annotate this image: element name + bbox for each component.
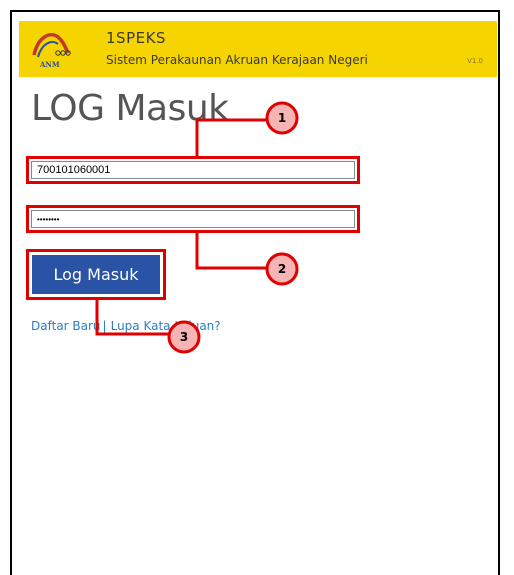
username-field[interactable]: 700101060001 [26,156,360,184]
password-value: •••••••• [37,214,60,224]
login-button-highlight: Log Masuk [26,249,166,300]
app-name: 1SPEKS [106,29,166,47]
anm-logo-icon: ANM [32,33,71,69]
link-separator: | [102,319,107,333]
forgot-password-link[interactable]: Lupa Kata Laluan? [111,319,221,333]
auth-links: Daftar Baru | Lupa Kata Laluan? [31,319,221,333]
password-field[interactable]: •••••••• [26,205,360,233]
logo-text: ANM [39,60,60,69]
login-button[interactable]: Log Masuk [32,255,160,294]
app-subtitle: Sistem Perakaunan Akruan Kerajaan Negeri [106,53,368,67]
page-title: LOG Masuk [31,88,229,129]
app-header: ANM 1SPEKS Sistem Perakaunan Akruan Kera… [19,21,497,77]
register-link[interactable]: Daftar Baru [31,319,101,333]
version-label: V1.0 [467,57,483,65]
username-value: 700101060001 [37,164,111,176]
